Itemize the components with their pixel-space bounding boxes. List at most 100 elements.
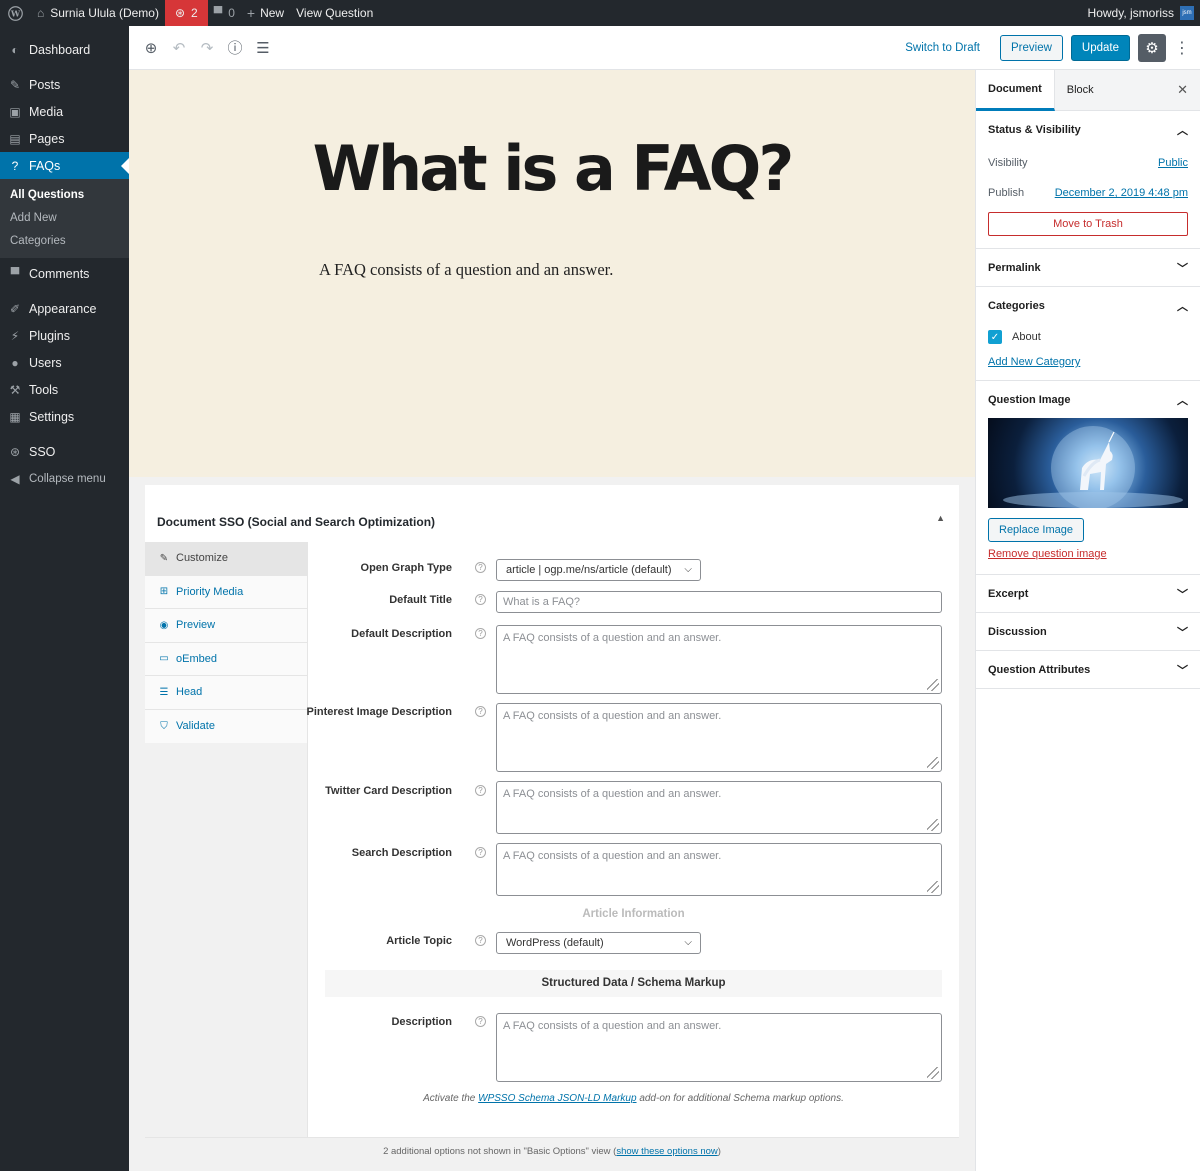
panel-toggle[interactable]: Permalink ﹀ [976,249,1200,286]
help-icon[interactable]: ? [475,562,486,573]
redo-icon[interactable]: ↷ [193,34,221,62]
tab-validate[interactable]: ⛉ Validate [145,709,307,743]
sidebar-item-plugins[interactable]: ⚡ Plugins [0,322,129,349]
preview-button[interactable]: Preview [1000,34,1063,61]
add-new-category-link[interactable]: Add New Category [976,350,1200,380]
resize-grip-icon[interactable] [927,1067,939,1079]
tab-block[interactable]: Block [1055,70,1106,111]
settings-gear-icon[interactable]: ⚙ [1138,33,1166,62]
article-topic-value: WordPress (default) [506,937,604,949]
tab-priority-media[interactable]: ⊞ Priority Media [145,575,307,609]
comments-link[interactable]: ▀ 0 [208,0,241,26]
outline-icon[interactable]: ☰ [249,34,277,62]
post-paragraph[interactable]: A FAQ consists of a question and an answ… [319,260,613,280]
site-name-link[interactable]: ⌂ Surnia Ulula (Demo) [31,0,165,26]
checkbox-checked-icon[interactable]: ✓ [988,330,1002,344]
panel-toggle[interactable]: Question Attributes ﹀ [976,651,1200,688]
resize-grip-icon[interactable] [927,679,939,691]
submenu-all-questions[interactable]: All Questions [0,183,129,206]
update-button[interactable]: Update [1070,34,1130,61]
sidebar-item-settings[interactable]: ▦ Settings [0,403,129,430]
twitter-desc-textarea[interactable]: A FAQ consists of a question and an answ… [496,781,942,834]
add-block-icon[interactable]: ⊕ [137,34,165,62]
metabox-title: Document SSO (Social and Search Optimiza… [157,515,436,529]
sidebar-item-pages[interactable]: ▤ Pages [0,125,129,152]
help-icon[interactable]: ? [475,847,486,858]
updates-count: 2 [191,6,198,20]
remove-image-link[interactable]: Remove question image [976,548,1200,574]
og-type-select[interactable]: article | ogp.me/ns/article (default) ⌵ [496,559,701,581]
sidebar-item-tools[interactable]: ⚒ Tools [0,376,129,403]
account-menu[interactable]: Howdy, jsmoriss jsm [1082,0,1200,26]
help-icon[interactable]: ? [475,628,486,639]
question-icon: ? [11,158,19,173]
sidebar-item-sso[interactable]: ⊛ SSO [0,438,129,465]
help-icon[interactable]: ? [475,1016,486,1027]
help-icon[interactable]: ? [475,785,486,796]
sidebar-item-dashboard[interactable]: ◐ Dashboard [0,36,129,63]
sidebar-item-label: Settings [29,409,75,424]
collapse-icon: ◀ [10,471,20,486]
sidebar-item-media[interactable]: ▣ Media [0,98,129,125]
undo-icon[interactable]: ↶ [165,34,193,62]
default-title-input[interactable]: What is a FAQ? [496,591,942,613]
panel-toggle[interactable]: Question Image ︿ [976,381,1200,418]
panel-toggle[interactable]: Categories ︿ [976,287,1200,324]
visibility-value[interactable]: Public [1158,157,1188,169]
question-image-thumbnail[interactable] [988,418,1188,508]
post-title[interactable]: What is a FAQ? [129,132,975,205]
move-to-trash-button[interactable]: Move to Trash [988,212,1188,236]
resize-grip-icon[interactable] [927,819,939,831]
tab-preview[interactable]: ◉ Preview [145,609,307,643]
resize-grip-icon[interactable] [927,757,939,769]
resize-grip-icon[interactable] [927,881,939,893]
article-info-heading: Article Information [582,908,685,920]
updates-link[interactable]: ⊛ 2 [164,0,208,26]
schema-addon-link[interactable]: WPSSO Schema JSON-LD Markup [478,1093,636,1104]
article-topic-select[interactable]: WordPress (default) ⌵ [496,932,701,954]
new-content-link[interactable]: + New [241,0,290,26]
panel-toggle[interactable]: Excerpt ﹀ [976,575,1200,612]
publish-date[interactable]: December 2, 2019 4:48 pm [1055,187,1188,199]
category-about-row[interactable]: ✓ About [976,324,1200,350]
tab-oembed[interactable]: ▭ oEmbed [145,642,307,676]
tab-document[interactable]: Document [976,69,1055,111]
panel-toggle[interactable]: Status & Visibility ︿ [976,111,1200,148]
collapse-menu-button[interactable]: ◀ Collapse menu [0,465,129,492]
sidebar-item-posts[interactable]: ✎ Posts [0,71,129,98]
unicorn-image-icon [1003,426,1183,508]
tab-label: oEmbed [176,652,217,665]
brush-icon: ✐ [9,301,21,316]
placeholder-text: A FAQ consists of a question and an answ… [503,788,722,800]
schema-desc-textarea[interactable]: A FAQ consists of a question and an answ… [496,1013,942,1082]
help-icon[interactable]: ? [475,594,486,605]
sidebar-item-faqs[interactable]: ? FAQs [0,152,129,179]
help-icon[interactable]: ? [475,935,486,946]
tab-customize[interactable]: ✎ Customize [145,542,307,576]
editor-toolbar: ⊕ ↶ ↷ ⓘ ☰ Switch to Draft Preview Update… [129,26,1200,70]
help-icon[interactable]: ? [475,706,486,717]
submenu-add-new[interactable]: Add New [0,206,129,229]
show-options-link[interactable]: show these options now [616,1146,717,1157]
wordpress-logo-icon[interactable]: W [0,0,31,26]
tab-head[interactable]: ☰ Head [145,676,307,710]
pinterest-desc-textarea[interactable]: A FAQ consists of a question and an answ… [496,703,942,772]
info-icon[interactable]: ⓘ [221,34,249,62]
user-icon: ● [11,355,19,370]
panel-toggle[interactable]: Discussion ﹀ [976,613,1200,650]
comment-icon: ▀ [10,266,20,281]
default-desc-textarea[interactable]: A FAQ consists of a question and an answ… [496,625,942,694]
submenu-categories[interactable]: Categories [0,229,129,252]
shield-icon: ⛉ [160,720,168,732]
switch-to-draft-button[interactable]: Switch to Draft [893,42,992,54]
search-desc-textarea[interactable]: A FAQ consists of a question and an answ… [496,843,942,896]
sidebar-item-label: Pages [29,131,65,146]
replace-image-button[interactable]: Replace Image [988,518,1084,542]
collapse-caret-icon[interactable]: ▲ [936,513,945,523]
more-options-icon[interactable]: ⋮ [1174,38,1190,58]
sidebar-item-appearance[interactable]: ✐ Appearance [0,295,129,322]
close-icon[interactable]: ✕ [1177,82,1188,98]
sidebar-item-users[interactable]: ● Users [0,349,129,376]
view-question-link[interactable]: View Question [290,0,379,26]
sidebar-item-comments[interactable]: ▀ Comments [0,260,129,287]
